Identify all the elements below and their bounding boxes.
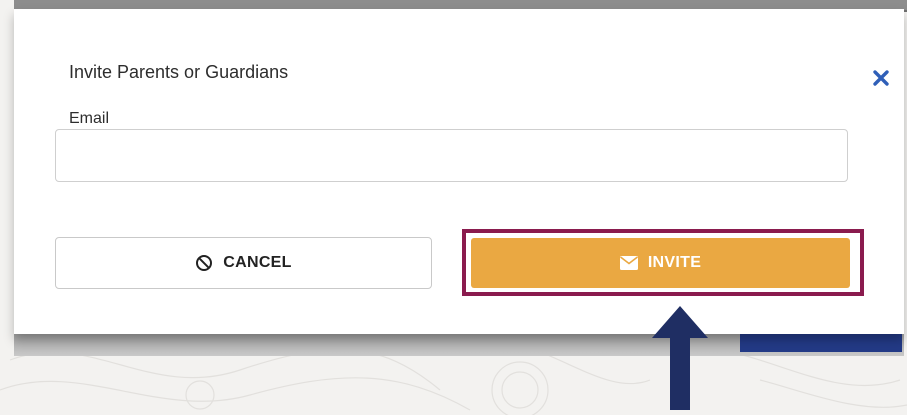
email-field[interactable] [55, 129, 848, 182]
invite-button[interactable]: INVITE [471, 238, 850, 288]
email-label: Email [69, 110, 110, 127]
envelope-icon [619, 256, 638, 270]
cancel-button[interactable]: CANCEL [55, 237, 432, 289]
ban-icon [196, 255, 213, 271]
modal-title: Invite Parents or Guardians [69, 62, 289, 82]
annotation-arrow-icon [652, 306, 708, 410]
background-accent-bar [740, 334, 902, 352]
close-icon[interactable] [870, 67, 892, 89]
cancel-label: CANCEL [223, 254, 292, 271]
invite-label: INVITE [647, 254, 702, 271]
